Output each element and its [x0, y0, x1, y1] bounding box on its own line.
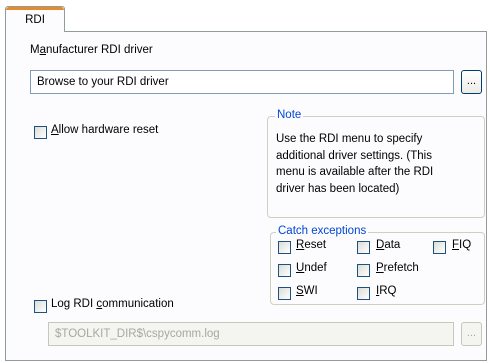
catch-data-label: Data [376, 239, 401, 251]
catch-prefetch-label: Prefetch [376, 262, 419, 274]
tab-label: RDI [25, 14, 45, 26]
catch-exceptions-legend: Catch exceptions [276, 225, 369, 237]
catch-undef-checkbox[interactable] [278, 264, 291, 277]
catch-swi-checkbox[interactable] [278, 287, 291, 300]
catch-irq-checkbox[interactable] [357, 287, 370, 300]
catch-prefetch-checkbox[interactable] [357, 264, 370, 277]
manufacturer-driver-label: Manufacturer RDI driver [30, 44, 153, 56]
catch-data-checkbox[interactable] [357, 241, 370, 254]
catch-reset-label: Reset [296, 239, 327, 251]
note-line: additional driver settings. (This [276, 149, 432, 162]
log-browse-button[interactable]: ... [461, 322, 482, 346]
log-file-path-input[interactable]: $TOOLKIT_DIR$\cspycomm.log [48, 322, 454, 346]
catch-swi-label: SWI [296, 285, 318, 297]
log-rdi-communication-checkbox[interactable] [34, 300, 47, 313]
tab-rdi[interactable]: RDI [5, 6, 65, 32]
catch-fiq-checkbox[interactable] [433, 241, 446, 254]
catch-reset-checkbox[interactable] [278, 241, 291, 254]
note-text: Use the RDI menu to specify additional d… [276, 131, 433, 197]
tab-accent [6, 7, 64, 10]
allow-hardware-reset-checkbox[interactable] [34, 126, 47, 139]
driver-browse-button[interactable]: ... [461, 70, 482, 94]
log-rdi-communication-label: Log RDI communication [51, 298, 174, 310]
note-line: driver has been located) [276, 182, 400, 195]
catch-fiq-label: FIQ [452, 239, 472, 251]
catch-undef-label: Undef [296, 262, 327, 274]
note-line: Use the RDI menu to specify [276, 133, 423, 145]
driver-path-input[interactable]: Browse to your RDI driver [30, 70, 454, 94]
allow-hardware-reset-label: Allow hardware reset [51, 124, 159, 136]
note-legend: Note [275, 109, 304, 121]
catch-irq-label: IRQ [376, 285, 397, 297]
note-line: menu is available after the RDI [276, 166, 434, 178]
